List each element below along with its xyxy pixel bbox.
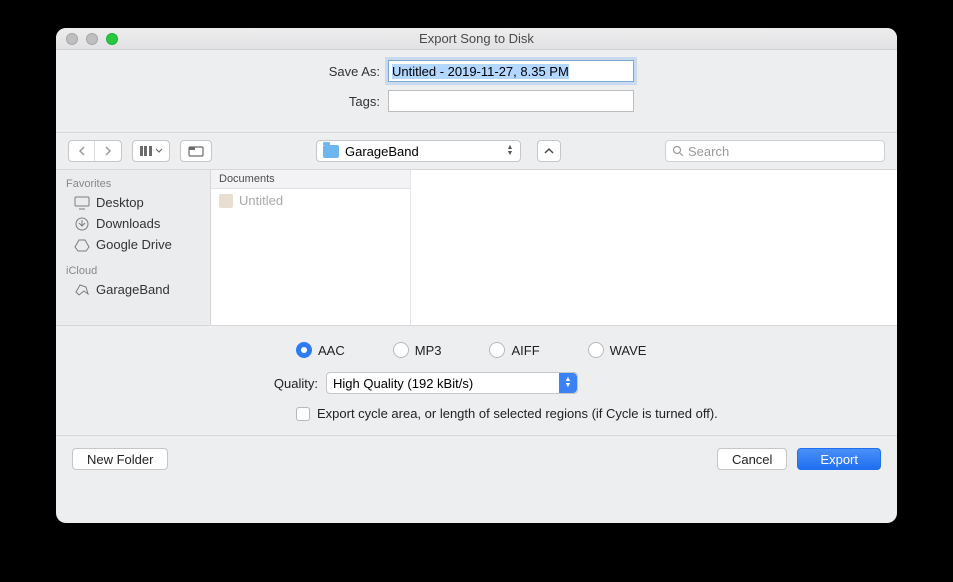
zoom-icon[interactable] bbox=[106, 33, 118, 45]
sidebar-item-garageband[interactable]: GarageBand bbox=[56, 279, 210, 300]
desktop-icon bbox=[74, 196, 90, 210]
chevron-updown-icon: ▲▼ bbox=[502, 145, 518, 157]
quality-label: Quality: bbox=[56, 376, 326, 391]
sidebar: Favorites Desktop Downloads Google Drive… bbox=[56, 170, 211, 325]
folder-icon bbox=[323, 145, 339, 158]
checkbox-icon bbox=[296, 407, 310, 421]
garageband-icon bbox=[74, 283, 90, 297]
cycle-label: Export cycle area, or length of selected… bbox=[317, 406, 718, 421]
column-header: Documents bbox=[211, 170, 410, 189]
export-dialog: Export Song to Disk Save As: Untitled - … bbox=[56, 28, 897, 523]
sidebar-item-desktop[interactable]: Desktop bbox=[56, 192, 210, 213]
cancel-button[interactable]: Cancel bbox=[717, 448, 787, 470]
titlebar: Export Song to Disk bbox=[56, 28, 897, 50]
format-wave[interactable]: WAVE bbox=[588, 342, 647, 358]
preview-pane bbox=[411, 170, 897, 325]
radio-icon bbox=[489, 342, 505, 358]
file-browser: Favorites Desktop Downloads Google Drive… bbox=[56, 170, 897, 325]
folder-square-icon bbox=[188, 145, 204, 157]
save-as-field[interactable]: Untitled - 2019-11-27, 8.35 PM bbox=[388, 60, 634, 82]
file-name: Untitled bbox=[239, 193, 283, 208]
minimize-icon[interactable] bbox=[86, 33, 98, 45]
forward-button[interactable] bbox=[95, 141, 121, 161]
tags-label: Tags: bbox=[56, 94, 388, 109]
icloud-header: iCloud bbox=[56, 261, 210, 279]
format-radios: AAC MP3 AIFF WAVE bbox=[296, 342, 897, 358]
radio-label: AIFF bbox=[511, 343, 539, 358]
format-aac[interactable]: AAC bbox=[296, 342, 345, 358]
options-panel: AAC MP3 AIFF WAVE Quality: High Quality … bbox=[56, 325, 897, 435]
sidebar-item-googledrive[interactable]: Google Drive bbox=[56, 234, 210, 255]
columns-view-icon bbox=[133, 141, 169, 161]
traffic-lights bbox=[66, 33, 118, 45]
format-aiff[interactable]: AIFF bbox=[489, 342, 539, 358]
search-icon bbox=[672, 145, 684, 157]
file-item[interactable]: Untitled bbox=[211, 189, 410, 212]
favorites-header: Favorites bbox=[56, 174, 210, 192]
downloads-icon bbox=[74, 217, 90, 231]
save-as-value: Untitled - 2019-11-27, 8.35 PM bbox=[392, 64, 569, 79]
radio-icon bbox=[296, 342, 312, 358]
path-label: GarageBand bbox=[345, 144, 419, 159]
footer: New Folder Cancel Export bbox=[56, 435, 897, 482]
radio-label: WAVE bbox=[610, 343, 647, 358]
window-title: Export Song to Disk bbox=[419, 31, 534, 46]
path-dropdown[interactable]: GarageBand ▲▼ bbox=[316, 140, 521, 162]
documents-column: Documents Untitled bbox=[211, 170, 411, 325]
document-icon bbox=[219, 194, 233, 208]
toolbar: GarageBand ▲▼ Search bbox=[56, 132, 897, 170]
search-placeholder: Search bbox=[688, 144, 729, 159]
collapse-button[interactable] bbox=[537, 140, 561, 162]
sidebar-item-downloads[interactable]: Downloads bbox=[56, 213, 210, 234]
quality-value: High Quality (192 kBit/s) bbox=[333, 376, 473, 391]
tags-field[interactable] bbox=[388, 90, 634, 112]
nav-arrows bbox=[68, 140, 122, 162]
close-icon[interactable] bbox=[66, 33, 78, 45]
group-button[interactable] bbox=[180, 140, 212, 162]
view-mode[interactable] bbox=[132, 140, 170, 162]
sidebar-label: GarageBand bbox=[96, 282, 170, 297]
quality-dropdown[interactable]: High Quality (192 kBit/s) ▲▼ bbox=[326, 372, 578, 394]
sidebar-label: Downloads bbox=[96, 216, 160, 231]
drive-icon bbox=[74, 238, 90, 252]
form-area: Save As: Untitled - 2019-11-27, 8.35 PM … bbox=[56, 50, 897, 132]
sidebar-label: Desktop bbox=[96, 195, 144, 210]
radio-label: AAC bbox=[318, 343, 345, 358]
sidebar-label: Google Drive bbox=[96, 237, 172, 252]
new-folder-button[interactable]: New Folder bbox=[72, 448, 168, 470]
chevron-updown-icon: ▲▼ bbox=[559, 373, 577, 393]
search-input[interactable]: Search bbox=[665, 140, 885, 162]
chevron-up-icon bbox=[544, 147, 554, 155]
cycle-checkbox-row[interactable]: Export cycle area, or length of selected… bbox=[296, 406, 897, 421]
save-as-label: Save As: bbox=[56, 64, 388, 79]
radio-label: MP3 bbox=[415, 343, 442, 358]
radio-icon bbox=[588, 342, 604, 358]
export-button[interactable]: Export bbox=[797, 448, 881, 470]
radio-icon bbox=[393, 342, 409, 358]
back-button[interactable] bbox=[69, 141, 95, 161]
format-mp3[interactable]: MP3 bbox=[393, 342, 442, 358]
